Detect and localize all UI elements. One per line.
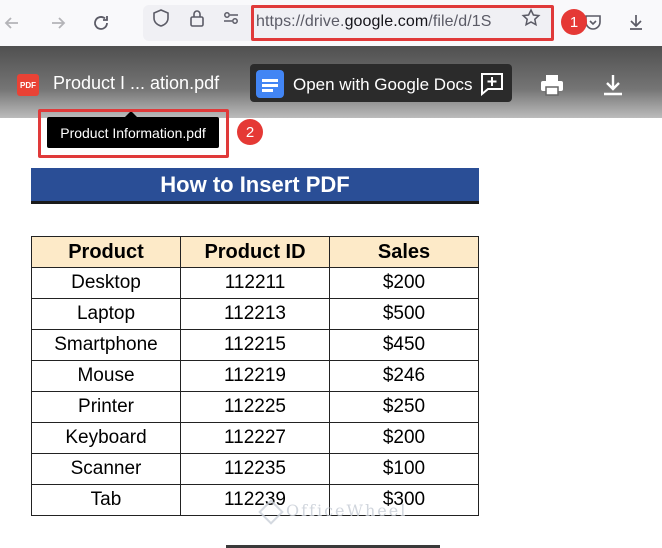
download-icon[interactable] (600, 72, 626, 98)
url-callout-box (251, 5, 554, 41)
cell-product: Mouse (31, 360, 181, 392)
reload-icon (94, 16, 108, 30)
cell-product-id: 112213 (180, 298, 330, 330)
lock-icon[interactable] (187, 8, 207, 28)
table-header-row: Product Product ID Sales (31, 236, 479, 268)
table-row: Scanner 112235 $100 (31, 453, 479, 485)
cell-product: Laptop (31, 298, 181, 330)
open-with-label: Open with Google Docs (293, 75, 473, 94)
downloads-icon[interactable] (626, 12, 646, 32)
cell-product: Desktop (31, 267, 181, 299)
table-row: Tab 112239 $300 (31, 484, 479, 516)
table-row: Smartphone 112215 $450 (31, 329, 479, 361)
table-row: Laptop 112213 $500 (31, 298, 479, 330)
table-row: Mouse 112219 $246 (31, 360, 479, 392)
add-comment-icon[interactable] (479, 71, 505, 97)
print-icon[interactable] (539, 72, 565, 98)
table-row: Desktop 112211 $200 (31, 267, 479, 299)
forward-arrow-icon (52, 17, 66, 29)
watermark-text: OfficeWheel (286, 501, 408, 520)
pdf-file-icon: PDF (17, 74, 39, 96)
cell-product: Keyboard (31, 422, 181, 454)
cell-sales: $246 (329, 360, 479, 392)
cell-product: Printer (31, 391, 181, 423)
callout-badge-2: 2 (237, 119, 263, 145)
cell-product: Tab (31, 484, 181, 516)
shield-icon[interactable] (151, 8, 171, 28)
cell-sales: $100 (329, 453, 479, 485)
file-title[interactable]: Product I ... ation.pdf (53, 73, 219, 94)
header-product-id: Product ID (180, 236, 330, 268)
cell-product-id: 112227 (180, 422, 330, 454)
google-docs-icon (256, 70, 284, 98)
cell-sales: $450 (329, 329, 479, 361)
document-title: How to Insert PDF (31, 168, 479, 204)
cell-product: Smartphone (31, 329, 181, 361)
cell-product-id: 112225 (180, 391, 330, 423)
cell-product-id: 112235 (180, 453, 330, 485)
cell-sales: $200 (329, 267, 479, 299)
cell-product-id: 112219 (180, 360, 330, 392)
header-sales: Sales (329, 236, 479, 268)
table-row: Printer 112225 $250 (31, 391, 479, 423)
header-product: Product (31, 236, 181, 268)
cell-sales: $250 (329, 391, 479, 423)
tooltip-callout-box (38, 109, 229, 158)
table-row: Keyboard 112227 $200 (31, 422, 479, 454)
product-table: Product Product ID Sales Desktop 112211 $2… (31, 236, 479, 516)
cell-product-id: 112215 (180, 329, 330, 361)
cell-product: Scanner (31, 453, 181, 485)
back-arrow-icon (4, 17, 18, 29)
callout-badge-1: 1 (561, 9, 587, 35)
reload-button[interactable] (85, 7, 117, 39)
cell-product-id: 112211 (180, 267, 330, 299)
permissions-icon[interactable] (221, 8, 241, 28)
forward-button[interactable] (42, 7, 74, 39)
cell-sales: $200 (329, 422, 479, 454)
cell-sales: $500 (329, 298, 479, 330)
back-button[interactable] (0, 7, 28, 39)
